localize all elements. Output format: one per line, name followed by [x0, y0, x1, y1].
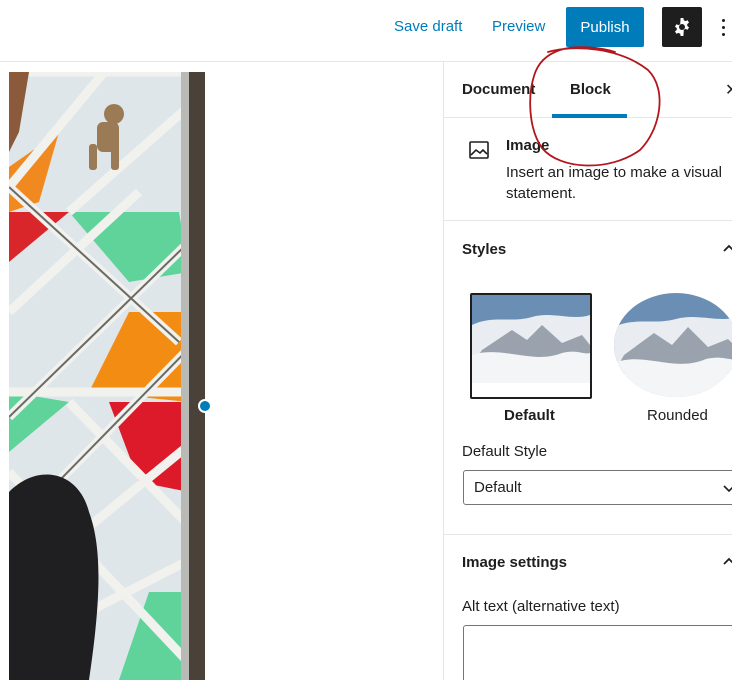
gear-icon [675, 18, 689, 36]
editor-top-toolbar: Save draft Preview Publish [0, 0, 732, 62]
alt-text-input[interactable] [463, 625, 732, 680]
default-style-value: Default [474, 479, 522, 496]
more-options-button[interactable] [714, 12, 732, 42]
dot [721, 32, 725, 36]
sidebar-tabs: Document Block ✕ [444, 62, 732, 118]
default-style-label: Default Style [462, 443, 548, 460]
save-draft-button[interactable]: Save draft [394, 17, 462, 37]
tab-block[interactable]: Block [570, 81, 611, 99]
dot [721, 18, 725, 22]
image-icon [469, 141, 489, 159]
dot [721, 25, 725, 29]
style-option-default[interactable] [470, 293, 592, 399]
styles-panel-heading[interactable]: Styles [462, 241, 506, 258]
alt-text-label: Alt text (alternative text) [462, 598, 620, 615]
preview-button[interactable]: Preview [492, 17, 545, 37]
style-preview-thumbnail [614, 293, 732, 397]
style-preview-thumbnail [472, 295, 590, 383]
image-settings-heading[interactable]: Image settings [462, 554, 567, 571]
panel-divider [444, 534, 732, 535]
close-icon[interactable]: ✕ [725, 80, 732, 100]
image-resize-handle[interactable] [198, 399, 212, 413]
chevron-up-icon[interactable] [722, 242, 732, 256]
default-style-select[interactable]: Default [463, 470, 732, 505]
publish-button[interactable]: Publish [566, 7, 644, 47]
style-label-rounded: Rounded [647, 407, 708, 424]
tab-document[interactable]: Document [462, 81, 535, 99]
chevron-up-icon[interactable] [722, 555, 732, 569]
stained-glass-photo [9, 72, 205, 680]
style-option-rounded[interactable] [614, 293, 732, 397]
style-label-default: Default [504, 407, 555, 424]
block-card: Image Insert an image to make a visual s… [444, 119, 732, 221]
settings-button[interactable] [662, 7, 702, 47]
block-settings-sidebar: Document Block ✕ Image Insert an image t… [443, 62, 732, 680]
thumbnail-caption [472, 391, 590, 395]
block-description: Insert an image to make a visual stateme… [506, 164, 722, 202]
image-block[interactable] [9, 72, 205, 680]
active-tab-indicator [552, 114, 627, 118]
editor-canvas [0, 62, 443, 680]
chevron-down-icon [723, 485, 732, 493]
publish-label: Publish [580, 18, 630, 36]
block-title: Image [506, 137, 550, 154]
